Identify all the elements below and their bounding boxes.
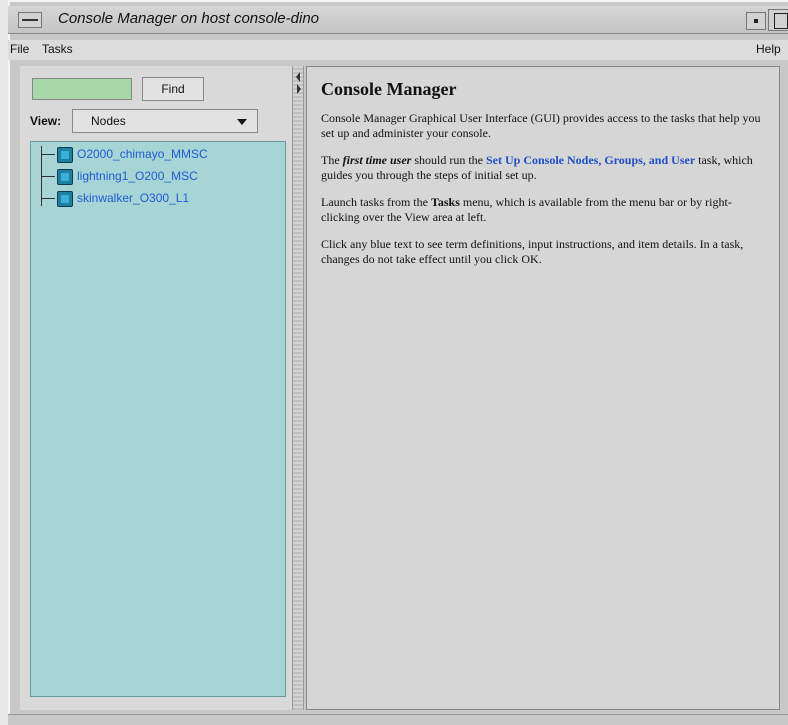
tree-branch [41,154,55,155]
pane-splitter[interactable] [292,66,304,710]
view-dropdown[interactable]: Nodes [72,109,258,133]
launch-paragraph: Launch tasks from the Tasks menu, which … [321,195,769,225]
node-computer-icon [57,147,73,163]
first-time-user-text: first time user [342,153,412,167]
left-panel: Find View: Nodes O2000_chimayo_MMSC ligh… [20,66,292,710]
node-computer-icon [57,169,73,185]
view-selected-value: Nodes [91,114,126,128]
content-panel: Console Manager Console Manager Graphica… [306,66,780,710]
tree-branch [41,198,55,199]
tree-node-label: skinwalker_O300_L1 [77,191,190,205]
content-title: Console Manager [321,79,457,99]
para-text: should run the [411,153,486,167]
menu-tasks[interactable]: Tasks [42,42,73,56]
node-computer-icon [57,191,73,207]
window-menu-button[interactable] [18,12,42,28]
tasks-bold-text: Tasks [430,195,460,209]
help-paragraph: Click any blue text to see term definiti… [321,237,744,266]
para-text: Launch tasks from the [321,195,431,209]
para-text: The [321,153,343,167]
view-tree-area[interactable]: O2000_chimayo_MMSC lightning1_O200_MSC s… [30,141,286,697]
intro-paragraph: Console Manager Graphical User Interface… [321,111,761,140]
window-bottom-border [8,714,788,725]
collapse-left-icon[interactable] [296,72,300,82]
tree-node-label: O2000_chimayo_MMSC [77,147,208,161]
menu-file[interactable]: File [10,42,29,56]
collapse-right-icon[interactable] [297,84,301,94]
setup-task-link[interactable]: Set Up Console Nodes, Groups, and User [486,153,695,167]
window-title: Console Manager on host console-dino [58,10,319,27]
find-input[interactable] [32,78,132,100]
first-time-paragraph: The first time user should run the Set U… [321,153,769,183]
maximize-button[interactable] [768,9,788,31]
minimize-button[interactable] [746,12,766,30]
title-bar[interactable]: Console Manager on host console-dino [8,6,788,34]
tree-node-label: lightning1_O200_MSC [77,169,198,183]
view-label: View: [30,114,62,128]
menu-bar: File Tasks Help [8,40,788,60]
chevron-down-icon [237,119,247,125]
find-button[interactable]: Find [142,77,204,101]
menu-help[interactable]: Help [756,42,781,56]
tree-branch [41,176,55,177]
